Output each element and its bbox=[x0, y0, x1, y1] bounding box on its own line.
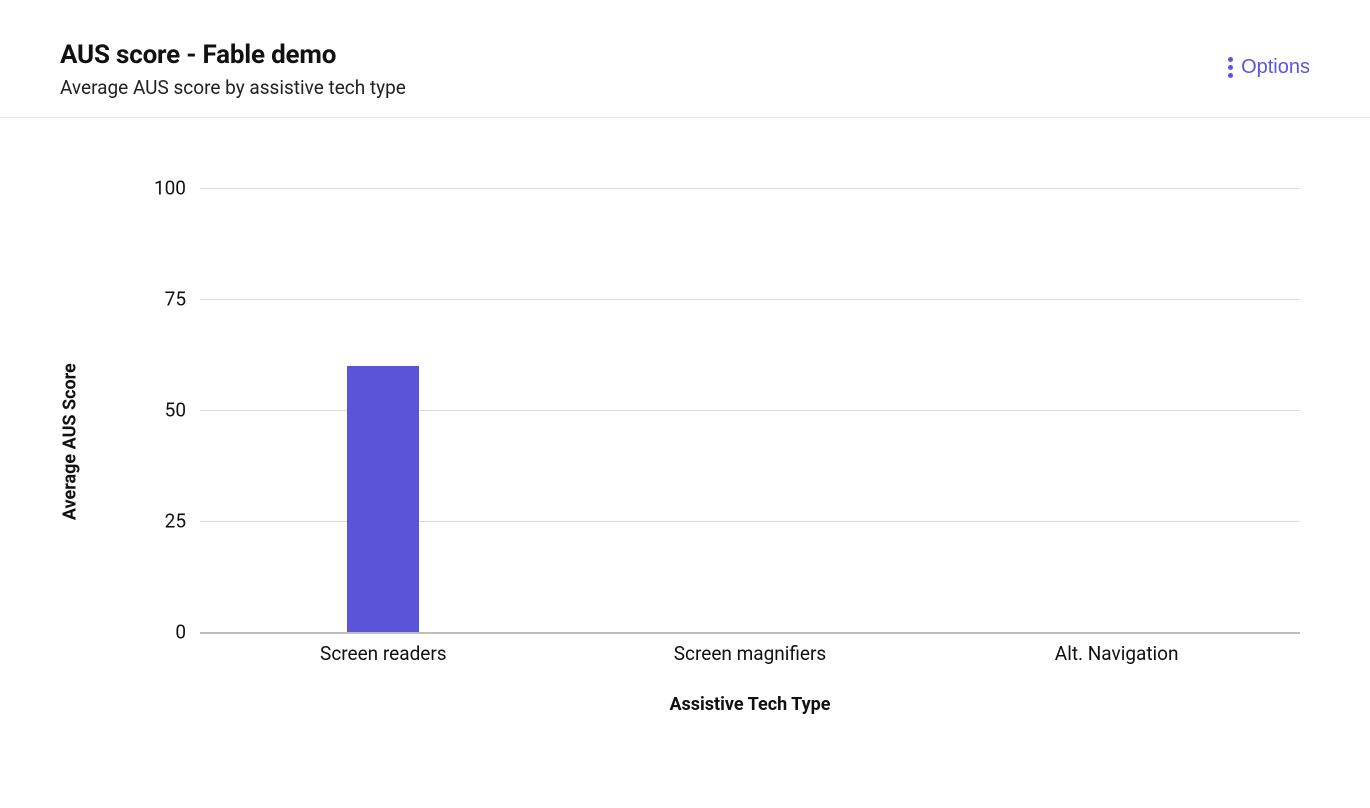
y-tick-label: 0 bbox=[175, 621, 186, 644]
bar[interactable] bbox=[347, 366, 419, 632]
options-button[interactable]: Options bbox=[1218, 50, 1320, 85]
plot-area: Assistive Tech Type 0255075100Screen rea… bbox=[200, 188, 1300, 632]
card-header: AUS score - Fable demo Average AUS score… bbox=[0, 0, 1370, 118]
x-tick-label: Screen readers bbox=[320, 642, 447, 665]
gridline bbox=[200, 188, 1300, 189]
options-button-label: Options bbox=[1241, 56, 1310, 79]
y-tick-label: 100 bbox=[154, 177, 186, 200]
gridline bbox=[200, 299, 1300, 300]
y-axis-label: Average AUS Score bbox=[60, 363, 81, 520]
x-axis-label: Assistive Tech Type bbox=[200, 694, 1300, 715]
chart-card: AUS score - Fable demo Average AUS score… bbox=[0, 0, 1370, 808]
title-block: AUS score - Fable demo Average AUS score… bbox=[60, 40, 406, 99]
chart: Average AUS Score Assistive Tech Type 02… bbox=[0, 118, 1370, 778]
x-tick-label: Alt. Navigation bbox=[1055, 642, 1179, 665]
page-title: AUS score - Fable demo bbox=[60, 40, 406, 70]
x-axis-baseline bbox=[200, 632, 1300, 634]
y-tick-label: 50 bbox=[165, 399, 186, 422]
page-subtitle: Average AUS score by assistive tech type bbox=[60, 76, 406, 99]
vertical-ellipsis-icon bbox=[1228, 57, 1233, 78]
y-tick-label: 75 bbox=[165, 288, 186, 311]
y-tick-label: 25 bbox=[165, 510, 186, 533]
x-tick-label: Screen magnifiers bbox=[674, 642, 826, 665]
